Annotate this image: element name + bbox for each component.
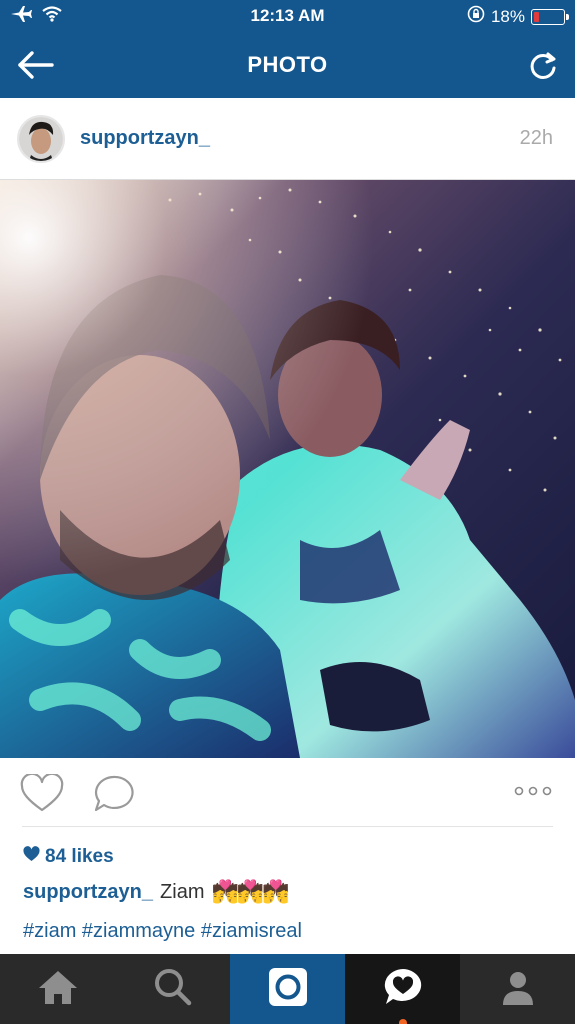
likes-count[interactable]: 84 likes: [23, 846, 114, 868]
tab-bar: [0, 954, 575, 1024]
orientation-lock-icon: [467, 5, 485, 28]
more-options-icon[interactable]: [513, 783, 553, 799]
home-icon: [36, 968, 80, 1011]
comment-bubble-icon[interactable]: [92, 774, 134, 814]
hashtags[interactable]: #ziam #ziammayne #ziamisreal: [23, 920, 302, 943]
header: PHOTO: [0, 32, 575, 98]
likes-text: 84 likes: [45, 846, 114, 867]
caption-text: Ziam: [160, 880, 205, 903]
caption: supportzayn_ Ziam 💏💏💏: [23, 879, 290, 905]
like-heart-icon[interactable]: [20, 772, 64, 814]
avatar[interactable]: [17, 115, 65, 163]
profile-icon: [498, 967, 538, 1012]
tab-camera[interactable]: [230, 954, 345, 1024]
search-icon: [153, 967, 193, 1012]
page-title: PHOTO: [247, 52, 328, 77]
caption-emojis: 💏💏💏: [211, 879, 289, 904]
small-heart-icon: [23, 846, 40, 868]
post-photo[interactable]: [0, 180, 575, 758]
tab-activity[interactable]: [345, 954, 460, 1024]
camera-icon: [267, 966, 309, 1013]
post-time: 22h: [519, 127, 553, 149]
post-username[interactable]: supportzayn_: [80, 127, 210, 150]
refresh-icon[interactable]: [527, 48, 559, 82]
post-actions: [0, 758, 575, 828]
post-header: supportzayn_ 22h: [0, 98, 575, 180]
divider: [22, 826, 553, 827]
activity-icon: [381, 966, 425, 1013]
notification-dot: [399, 1019, 407, 1024]
status-bar: 12:13 AM 18%: [0, 0, 575, 32]
caption-username[interactable]: supportzayn_: [23, 881, 153, 904]
battery-percent: 18%: [490, 6, 525, 26]
tab-search[interactable]: [115, 954, 230, 1024]
top-bar: 12:13 AM 18% PHOTO: [0, 0, 575, 98]
tab-profile[interactable]: [460, 954, 575, 1024]
tab-home[interactable]: [0, 954, 115, 1024]
battery-icon: [531, 8, 569, 25]
